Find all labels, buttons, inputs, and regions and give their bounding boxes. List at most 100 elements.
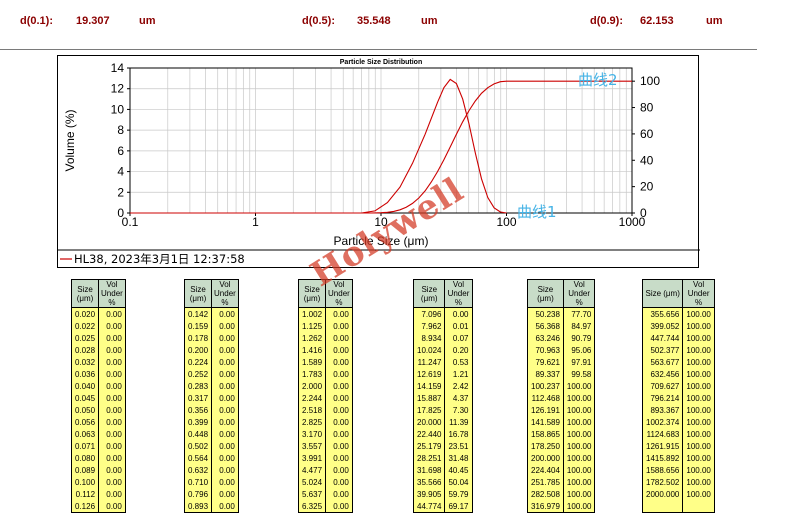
size-cell: 56.368 bbox=[527, 320, 564, 332]
size-cell: 1782.502 bbox=[641, 476, 684, 488]
vol-under-header: Vol Under % bbox=[562, 279, 596, 308]
y2-tick-label: 60 bbox=[640, 127, 654, 141]
size-cell: 1588.656 bbox=[641, 464, 684, 476]
size-cell: 39.905 bbox=[412, 488, 446, 500]
vol-under-cell: 0.20 bbox=[444, 344, 473, 356]
table-row: 1415.892 100.00 bbox=[641, 452, 715, 464]
vol-under-cell: 23.51 bbox=[444, 440, 473, 452]
table-row: 6.325 0.00 bbox=[297, 500, 353, 513]
size-cell: 0.283 bbox=[183, 380, 213, 392]
percentile-summary: d(0.1): 19.307 um d(0.5): 35.548 um d(0.… bbox=[0, 0, 801, 40]
table-row: 0.448 0.00 bbox=[183, 428, 239, 440]
d90-label: d(0.9): bbox=[590, 15, 623, 27]
vol-under-cell: 100.00 bbox=[562, 452, 596, 464]
vol-under-cell: 100.00 bbox=[682, 380, 715, 392]
size-cell: 70.963 bbox=[527, 344, 564, 356]
table-row: 5.024 0.00 bbox=[297, 476, 353, 488]
table-row: 632.456 100.00 bbox=[641, 368, 715, 380]
table-row: 0.502 0.00 bbox=[183, 440, 239, 452]
table-row: 17.825 7.30 bbox=[412, 404, 473, 416]
table-row: 0.089 0.00 bbox=[70, 464, 126, 476]
size-cell: 1261.915 bbox=[641, 440, 684, 452]
size-cell: 0.142 bbox=[183, 307, 213, 320]
vol-under-cell: 100.00 bbox=[562, 428, 596, 440]
vol-under-cell: 0.00 bbox=[325, 476, 353, 488]
vol-under-cell: 100.00 bbox=[562, 488, 596, 500]
table-row: 112.468 100.00 bbox=[527, 392, 596, 404]
size-cell: 796.214 bbox=[641, 392, 684, 404]
size-cell: 0.710 bbox=[183, 476, 213, 488]
table-row: 31.698 40.45 bbox=[412, 464, 473, 476]
table-row: 4.477 0.00 bbox=[297, 464, 353, 476]
size-cell: 178.250 bbox=[527, 440, 564, 452]
vol-under-cell: 0.00 bbox=[211, 416, 239, 428]
vol-under-header: Vol Under % bbox=[444, 279, 473, 308]
vol-under-cell: 100.00 bbox=[682, 452, 715, 464]
size-cell: 63.246 bbox=[527, 332, 564, 344]
table-row: 89.337 99.58 bbox=[527, 368, 596, 380]
vol-under-cell: 77.70 bbox=[562, 307, 596, 320]
size-cell: 10.024 bbox=[412, 344, 446, 356]
d10-label: d(0.1): bbox=[20, 15, 53, 27]
vol-under-cell: 100.00 bbox=[682, 488, 715, 500]
vol-under-cell: 100.00 bbox=[562, 476, 596, 488]
table-row: 0.028 0.00 bbox=[70, 344, 126, 356]
vol-under-cell: 100.00 bbox=[682, 428, 715, 440]
vol-under-cell: 100.00 bbox=[682, 368, 715, 380]
vol-under-cell: 0.00 bbox=[325, 344, 353, 356]
vol-under-cell bbox=[682, 500, 715, 513]
vol-under-cell: 0.00 bbox=[211, 440, 239, 452]
y2-tick-label: 0 bbox=[640, 206, 647, 220]
curve-2-annotation: 曲线2 bbox=[578, 71, 618, 89]
table-row: 0.317 0.00 bbox=[183, 392, 239, 404]
size-cell: 2.000 bbox=[297, 380, 327, 392]
size-cell: 0.893 bbox=[183, 500, 213, 513]
size-cell: 893.367 bbox=[641, 404, 684, 416]
x-tick-label: 0.1 bbox=[122, 215, 139, 229]
size-cell: 224.404 bbox=[527, 464, 564, 476]
vol-under-cell: 50.04 bbox=[444, 476, 473, 488]
vol-under-cell: 0.00 bbox=[98, 368, 126, 380]
y-tick-label: 0 bbox=[117, 206, 124, 220]
vol-under-cell: 0.00 bbox=[211, 476, 239, 488]
size-cell: 12.619 bbox=[412, 368, 446, 380]
table-row: 178.250 100.00 bbox=[527, 440, 596, 452]
table-row: 0.200 0.00 bbox=[183, 344, 239, 356]
table-row: 63.246 90.79 bbox=[527, 332, 596, 344]
d10-unit: um bbox=[139, 15, 156, 27]
table-row: 39.905 59.79 bbox=[412, 488, 473, 500]
vol-under-cell: 0.00 bbox=[98, 344, 126, 356]
d90-unit: um bbox=[706, 15, 723, 27]
size-table-3: Size (μm) Vol Under % 1.002 0.00 1.125 0.00 1.… bbox=[297, 279, 353, 513]
vol-under-cell: 0.00 bbox=[98, 452, 126, 464]
size-table-4: Size (μm) Vol Under % 7.096 0.00 7.962 0.01 8.… bbox=[412, 279, 473, 513]
vol-under-cell: 100.00 bbox=[682, 392, 715, 404]
vol-under-cell: 99.58 bbox=[562, 368, 596, 380]
vol-under-cell: 0.00 bbox=[211, 307, 239, 320]
size-cell: 0.025 bbox=[70, 332, 100, 344]
table-row: 0.032 0.00 bbox=[70, 356, 126, 368]
size-cell: 0.356 bbox=[183, 404, 213, 416]
vol-under-cell: 16.78 bbox=[444, 428, 473, 440]
vol-under-cell: 0.00 bbox=[325, 368, 353, 380]
curve-1-annotation: 曲线1 bbox=[517, 203, 557, 221]
vol-under-cell: 0.00 bbox=[211, 380, 239, 392]
table-row: 2.244 0.00 bbox=[297, 392, 353, 404]
vol-under-cell: 100.00 bbox=[562, 500, 596, 513]
table-row: 447.744 100.00 bbox=[641, 332, 715, 344]
table-row: 70.963 95.06 bbox=[527, 344, 596, 356]
y2-tick-label: 100 bbox=[640, 74, 660, 88]
vol-under-cell: 0.00 bbox=[211, 404, 239, 416]
size-cell: 4.477 bbox=[297, 464, 327, 476]
vol-under-cell: 0.00 bbox=[98, 488, 126, 500]
size-header: Size (μm) bbox=[70, 279, 100, 308]
size-cell: 0.796 bbox=[183, 488, 213, 500]
vol-under-cell: 0.00 bbox=[325, 380, 353, 392]
table-header-row: Size (μm) Vol Under % bbox=[70, 279, 126, 308]
size-cell: 0.159 bbox=[183, 320, 213, 332]
vol-under-cell: 0.00 bbox=[211, 464, 239, 476]
table-row: 50.238 77.70 bbox=[527, 307, 596, 320]
size-cell: 0.032 bbox=[70, 356, 100, 368]
vol-under-cell: 0.00 bbox=[98, 307, 126, 320]
d90-value: 62.153 bbox=[640, 15, 674, 27]
